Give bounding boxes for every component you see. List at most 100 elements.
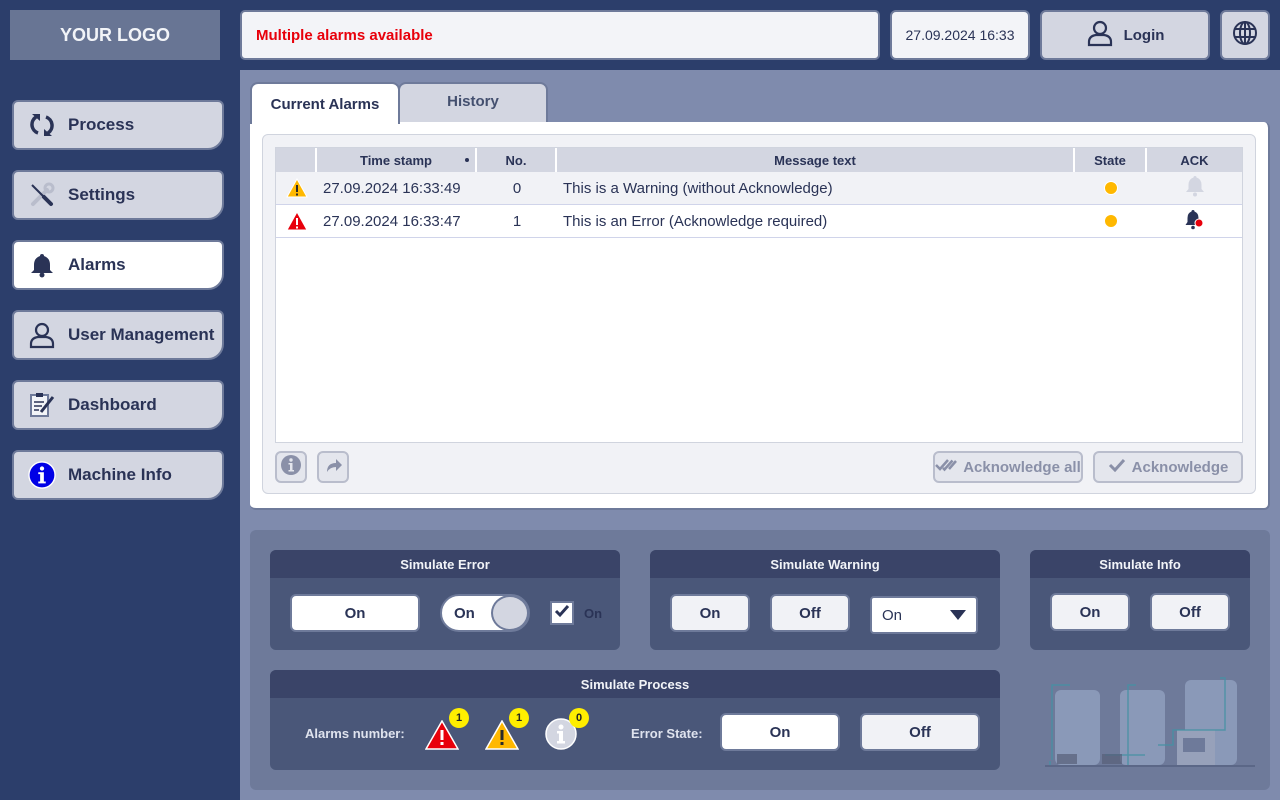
toggle-label: On <box>454 604 475 622</box>
sidebar-item-machine-info[interactable]: Machine Info <box>12 450 224 500</box>
tools-icon <box>28 181 56 209</box>
table-row[interactable]: 27.09.2024 16:33:49 0 This is a Warning … <box>276 172 1242 205</box>
alarm-message-bar[interactable]: Multiple alarms available <box>240 10 880 60</box>
row-message: This is a Warning (without Acknowledge) <box>563 179 833 197</box>
simulation-area: Simulate Error On On On Simulate Warning… <box>250 530 1270 790</box>
row-ack[interactable] <box>1147 205 1242 237</box>
acknowledge-all-label: Acknowledge all <box>963 458 1081 476</box>
logo: YOUR LOGO <box>10 10 220 60</box>
language-button[interactable] <box>1220 10 1270 60</box>
sidebar-item-process[interactable]: Process <box>12 100 224 150</box>
sidebar-item-label: Settings <box>68 185 136 204</box>
row-message: This is an Error (Acknowledge required) <box>563 212 828 230</box>
refresh-icon <box>28 111 56 139</box>
error-state-on-button[interactable]: On <box>720 713 840 751</box>
sidebar-item-dashboard[interactable]: Dashboard <box>12 380 224 430</box>
select-value: On <box>882 606 903 624</box>
simulate-error-on-button[interactable]: On <box>290 594 420 632</box>
user-icon <box>28 321 56 349</box>
column-header-icon <box>276 148 317 172</box>
error-state-off-button[interactable]: Off <box>860 713 980 751</box>
row-state <box>1075 205 1147 237</box>
row-timestamp: 27.09.2024 16:33:47 <box>323 212 461 230</box>
simulate-info-box: Simulate Info On Off <box>1030 550 1250 650</box>
checkbox-label: On <box>584 606 603 621</box>
simulate-warning-on-button[interactable]: On <box>670 594 750 632</box>
state-dot-icon <box>1104 181 1118 195</box>
sidebar-item-alarms[interactable]: Alarms <box>12 240 224 290</box>
checkmark-icon <box>554 604 570 623</box>
tab-current-alarms[interactable]: Current Alarms <box>250 82 400 124</box>
row-number: 1 <box>512 212 522 230</box>
warning-icon <box>276 172 317 204</box>
pump-shape <box>1057 754 1077 764</box>
login-label: Login <box>1123 26 1165 44</box>
column-header-message[interactable]: Message text <box>557 148 1075 172</box>
simulate-error-toggle[interactable]: On <box>440 594 530 632</box>
user-icon <box>1086 19 1114 51</box>
sort-indicator-icon <box>465 158 469 162</box>
row-number: 0 <box>512 179 522 197</box>
bell-icon <box>28 251 56 279</box>
warning-count-indicator: 1 <box>485 708 529 754</box>
sidebar-item-label: Dashboard <box>68 395 157 414</box>
toggle-knob <box>491 595 529 631</box>
alarm-info-button[interactable] <box>275 451 307 483</box>
pump-shape <box>1102 754 1122 764</box>
cabinet-screen-shape <box>1183 738 1205 752</box>
simulate-error-title: Simulate Error <box>270 550 620 578</box>
warning-count-badge: 1 <box>509 708 529 728</box>
info-count-indicator: 0 <box>545 708 589 754</box>
sidebar-item-label: Alarms <box>68 255 126 274</box>
alarm-panel: Time stamp No. Message text State ACK 27… <box>250 122 1270 510</box>
alarm-panel-inner: Time stamp No. Message text State ACK 27… <box>262 134 1256 494</box>
error-state-label: Error State: <box>631 726 703 741</box>
table-row[interactable]: 27.09.2024 16:33:47 1 This is an Error (… <box>276 205 1242 238</box>
table-header: Time stamp No. Message text State ACK <box>276 148 1242 172</box>
simulate-info-off-button[interactable]: Off <box>1150 593 1230 631</box>
alarms-number-label: Alarms number: <box>305 726 405 741</box>
column-header-state[interactable]: State <box>1075 148 1147 172</box>
tab-history[interactable]: History <box>398 82 548 122</box>
main-content: Current Alarms History Time stamp No. Me… <box>240 70 1280 800</box>
simulate-warning-off-button[interactable]: Off <box>770 594 850 632</box>
alarm-table: Time stamp No. Message text State ACK 27… <box>275 147 1243 443</box>
row-timestamp: 27.09.2024 16:33:49 <box>323 179 461 197</box>
simulate-process-box: Simulate Process Alarms number: 1 1 0 Er… <box>270 670 1000 770</box>
simulate-warning-select[interactable]: On <box>870 596 978 634</box>
sidebar-item-user-management[interactable]: User Management <box>12 310 224 360</box>
bell-ack-required-icon[interactable] <box>1185 208 1205 234</box>
simulate-error-checkbox[interactable] <box>550 601 574 625</box>
check-icon <box>1108 458 1126 476</box>
column-header-no[interactable]: No. <box>477 148 557 172</box>
login-button[interactable]: Login <box>1040 10 1210 60</box>
acknowledge-all-button[interactable]: Acknowledge all <box>933 451 1083 483</box>
simulate-info-title: Simulate Info <box>1030 550 1250 578</box>
tank-shape <box>1055 690 1100 765</box>
sidebar-item-label: Process <box>68 115 135 134</box>
simulate-process-title: Simulate Process <box>270 670 1000 698</box>
row-state <box>1075 172 1147 204</box>
acknowledge-button[interactable]: Acknowledge <box>1093 451 1243 483</box>
tank-shape <box>1120 690 1165 765</box>
info-icon <box>280 454 302 481</box>
column-header-ack[interactable]: ACK <box>1147 148 1242 172</box>
alarm-forward-button[interactable] <box>317 451 349 483</box>
info-count-badge: 0 <box>569 708 589 728</box>
share-arrow-icon <box>323 455 343 480</box>
error-count-badge: 1 <box>449 708 469 728</box>
tanks-illustration <box>1045 677 1255 767</box>
column-header-timestamp[interactable]: Time stamp <box>317 148 477 172</box>
double-check-icon <box>935 458 958 476</box>
state-dot-icon <box>1104 214 1118 228</box>
simulate-warning-title: Simulate Warning <box>650 550 1000 578</box>
info-icon <box>28 461 56 489</box>
clipboard-edit-icon <box>28 391 56 419</box>
sidebar-item-label: Machine Info <box>68 465 172 484</box>
simulate-info-on-button[interactable]: On <box>1050 593 1130 631</box>
error-icon <box>276 205 317 237</box>
error-count-indicator: 1 <box>425 708 469 754</box>
sidebar-item-settings[interactable]: Settings <box>12 170 224 220</box>
row-ack <box>1147 172 1242 204</box>
datetime-display: 27.09.2024 16:33 <box>890 10 1030 60</box>
